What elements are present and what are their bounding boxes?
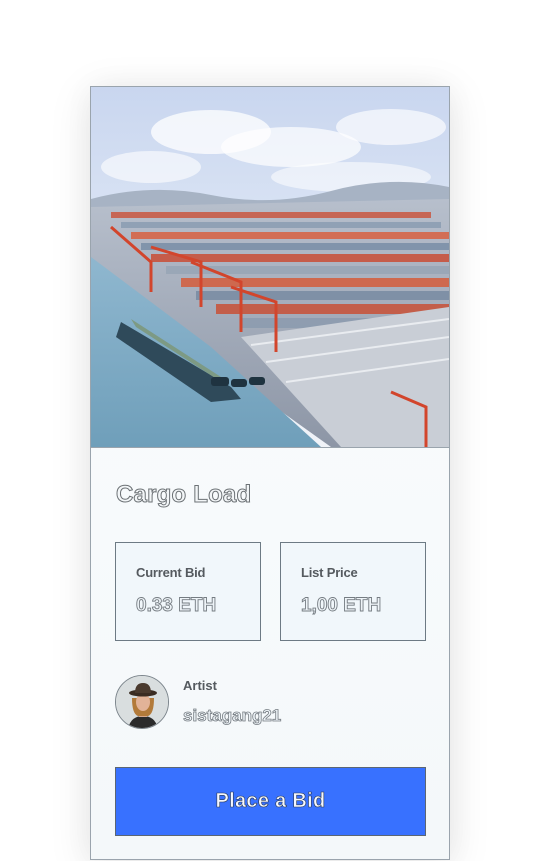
list-price-value: 1,00 ETH [301, 595, 382, 617]
current-bid-box: Current Bid 0.33 ETH [115, 542, 261, 641]
page: Cargo Load Current Bid 0.33 ETH List Pri… [0, 0, 541, 861]
list-price-box: List Price 1,00 ETH [280, 542, 426, 641]
artist-name[interactable]: sistagang21 [183, 706, 282, 726]
artist-avatar[interactable] [115, 675, 169, 729]
place-bid-button[interactable]: Place a Bid [115, 767, 426, 836]
artist-label: Artist [183, 678, 217, 693]
nft-card: Cargo Load Current Bid 0.33 ETH List Pri… [90, 86, 450, 860]
current-bid-value: 0.33 ETH [136, 595, 217, 617]
current-bid-label: Current Bid [136, 565, 206, 580]
nft-image[interactable] [91, 87, 449, 448]
nft-title: Cargo Load [115, 481, 252, 509]
list-price-label: List Price [301, 565, 358, 580]
